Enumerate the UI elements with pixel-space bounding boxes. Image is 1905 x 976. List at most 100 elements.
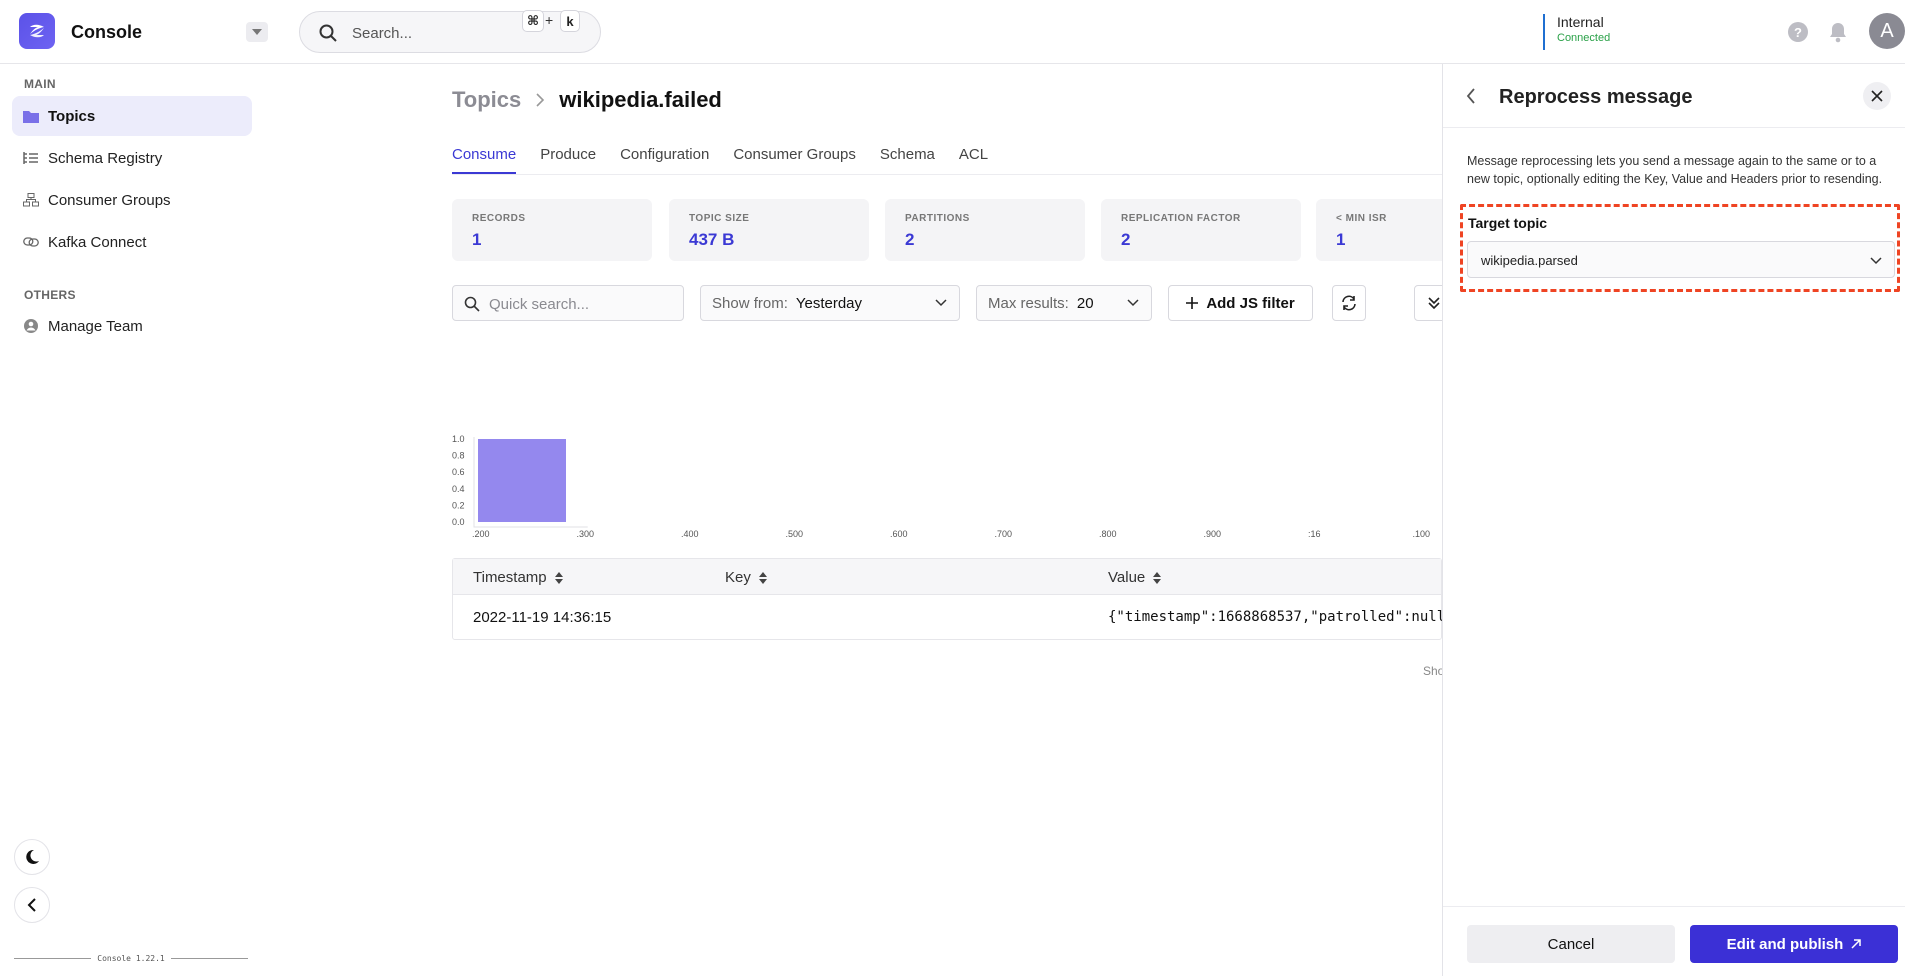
user-icon bbox=[24, 319, 38, 333]
chevron-right-icon bbox=[536, 93, 545, 107]
stat-value: 437 B bbox=[689, 230, 735, 249]
message-histogram: 1.0 0.8 0.6 0.4 0.2 0.0 .200 .300 .400 .500 .600 .7… bbox=[452, 400, 1442, 540]
sidebar-section-others: OTHERS bbox=[24, 288, 76, 302]
stat-card-topic-size: TOPIC SIZE 437 B bbox=[669, 199, 869, 261]
page-title: wikipedia.failed bbox=[559, 87, 722, 112]
x-tick-label: :16 bbox=[1308, 529, 1321, 539]
y-tick-label: 1.0 bbox=[452, 434, 465, 444]
sidebar-item-schema-registry[interactable]: Schema Registry bbox=[12, 138, 252, 178]
help-icon[interactable]: ? bbox=[1788, 22, 1808, 42]
x-tick-label: .600 bbox=[890, 529, 908, 539]
sidebar-item-label: Kafka Connect bbox=[48, 233, 147, 251]
bell-icon[interactable] bbox=[1828, 21, 1848, 43]
chevron-down-icon bbox=[1127, 299, 1139, 307]
column-header-timestamp[interactable]: Timestamp bbox=[473, 569, 563, 586]
breadcrumb: Topics wikipedia.failed bbox=[452, 87, 722, 113]
folder-icon bbox=[23, 111, 39, 123]
shortcut-cmd-key: ⌘ bbox=[522, 10, 545, 32]
stat-value: 2 bbox=[905, 230, 915, 249]
tab-produce[interactable]: Produce bbox=[540, 146, 596, 174]
add-js-filter-button[interactable]: Add JS filter bbox=[1168, 285, 1313, 321]
show-from-label: Show from: bbox=[712, 294, 788, 312]
x-tick-label: .300 bbox=[577, 529, 595, 539]
collapse-sidebar-button[interactable] bbox=[14, 887, 50, 923]
moon-icon bbox=[26, 849, 39, 864]
y-tick-label: 0.6 bbox=[452, 467, 465, 477]
tab-consume[interactable]: Consume bbox=[452, 146, 517, 174]
max-results-select[interactable]: Max results: 20 bbox=[976, 285, 1152, 321]
breadcrumb-parent[interactable]: Topics bbox=[452, 87, 521, 113]
x-tick-label: .400 bbox=[681, 529, 699, 539]
close-icon bbox=[1871, 90, 1883, 102]
tab-consumer-groups[interactable]: Consumer Groups bbox=[733, 146, 856, 174]
max-results-value: 20 bbox=[1076, 294, 1094, 312]
shortcut-plus: + bbox=[545, 12, 554, 28]
histogram-bar[interactable] bbox=[478, 439, 566, 522]
search-placeholder: Search... bbox=[352, 25, 413, 42]
cancel-button[interactable]: Cancel bbox=[1467, 925, 1675, 963]
double-chevron-down-icon bbox=[1428, 297, 1440, 310]
cell-timestamp: 2022-11-19 14:36:15 bbox=[473, 609, 612, 626]
reprocess-drawer: Reprocess message Message reprocessing l… bbox=[1442, 64, 1905, 976]
chevron-down-icon bbox=[935, 299, 947, 307]
drawer-description: Message reprocessing lets you send a mes… bbox=[1467, 154, 1883, 186]
drawer-header: Reprocess message bbox=[1443, 64, 1905, 128]
y-tick-label: 0.0 bbox=[452, 517, 465, 527]
cell-value: {"timestamp":1668868537,"patrolled":null bbox=[1108, 609, 1446, 625]
target-topic-select[interactable]: wikipedia.parsed bbox=[1467, 241, 1895, 278]
max-results-label: Max results: bbox=[988, 294, 1069, 312]
user-avatar[interactable]: A bbox=[1869, 13, 1905, 49]
sidebar-item-consumer-groups[interactable]: Consumer Groups bbox=[12, 180, 252, 220]
edit-and-publish-button[interactable]: Edit and publish bbox=[1690, 925, 1898, 963]
sidebar-section-main: MAIN bbox=[24, 77, 56, 91]
top-bar: Console Search... ⌘ + k Internal Connect… bbox=[0, 0, 1905, 64]
column-header-key[interactable]: Key bbox=[725, 569, 767, 586]
y-tick-label: 0.8 bbox=[452, 451, 465, 461]
topic-tabs: Consume Produce Configuration Consumer G… bbox=[452, 146, 1012, 176]
cluster-indicator[interactable]: Internal Connected bbox=[1543, 14, 1610, 50]
sort-icon bbox=[554, 571, 563, 584]
console-logo-icon[interactable] bbox=[19, 13, 55, 49]
table-header: Timestamp Key Value bbox=[453, 559, 1441, 595]
link-icon bbox=[23, 237, 39, 247]
stat-label: RECORDS bbox=[472, 213, 526, 224]
tab-schema[interactable]: Schema bbox=[880, 146, 935, 174]
sidebar-item-label: Consumer Groups bbox=[48, 191, 171, 209]
chevron-down-icon bbox=[1870, 257, 1882, 265]
theme-toggle-button[interactable] bbox=[14, 839, 50, 875]
stat-label: REPLICATION FACTOR bbox=[1121, 213, 1241, 224]
messages-table: Timestamp Key Value 2022-11-19 14:36:15 … bbox=[452, 558, 1446, 640]
quick-search-input[interactable]: Quick search... bbox=[452, 285, 684, 321]
publish-label: Edit and publish bbox=[1726, 935, 1844, 953]
cluster-name: Internal bbox=[1557, 14, 1604, 30]
refresh-icon bbox=[1342, 295, 1356, 311]
sidebar-item-topics[interactable]: Topics bbox=[12, 96, 252, 136]
tab-configuration[interactable]: Configuration bbox=[620, 146, 709, 174]
refresh-button[interactable] bbox=[1332, 285, 1366, 321]
x-tick-label: .200 bbox=[472, 529, 490, 539]
stat-card-records: RECORDS 1 bbox=[452, 199, 652, 261]
column-label: Value bbox=[1108, 569, 1146, 586]
sidebar-item-manage-team[interactable]: Manage Team bbox=[12, 306, 252, 346]
back-icon[interactable] bbox=[1465, 87, 1477, 105]
sidebar-item-kafka-connect[interactable]: Kafka Connect bbox=[12, 222, 252, 262]
app-switcher-dropdown[interactable] bbox=[246, 22, 268, 42]
x-tick-label: .900 bbox=[1204, 529, 1222, 539]
column-label: Key bbox=[725, 569, 751, 586]
tab-acl[interactable]: ACL bbox=[959, 146, 988, 174]
x-tick-label: .500 bbox=[786, 529, 804, 539]
sidebar-item-label: Topics bbox=[48, 107, 96, 125]
global-search[interactable]: Search... bbox=[299, 11, 601, 53]
close-button[interactable] bbox=[1863, 82, 1891, 110]
quick-search-placeholder: Quick search... bbox=[489, 296, 590, 313]
column-header-value[interactable]: Value bbox=[1108, 569, 1162, 586]
app-title: Console bbox=[71, 22, 143, 42]
target-topic-label: Target topic bbox=[1468, 215, 1548, 231]
target-topic-value: wikipedia.parsed bbox=[1481, 253, 1578, 268]
show-from-select[interactable]: Show from: Yesterday bbox=[700, 285, 960, 321]
chevron-left-icon bbox=[27, 898, 36, 912]
histogram-svg: 1.0 0.8 0.6 0.4 0.2 0.0 .200 .300 .400 .500 .600 .7… bbox=[452, 434, 1430, 539]
stat-label: PARTITIONS bbox=[905, 213, 970, 224]
sort-icon bbox=[1153, 571, 1162, 584]
stat-value: 2 bbox=[1121, 230, 1131, 249]
